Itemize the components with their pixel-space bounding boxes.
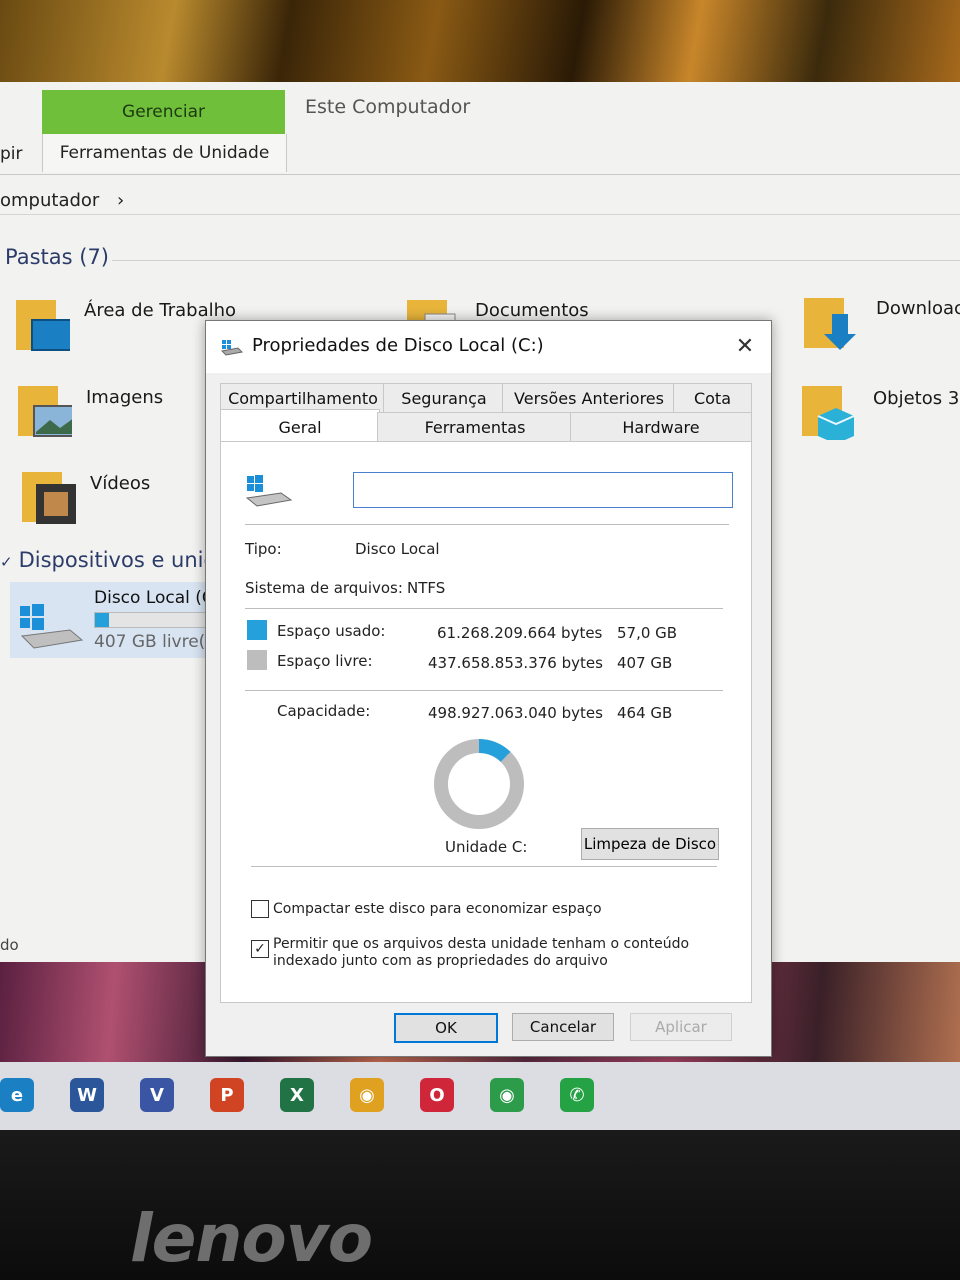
devices-heading[interactable]: ✓ Dispositivos e unida: [0, 548, 230, 572]
tab-drive-tools[interactable]: Ferramentas de Unidade: [42, 134, 287, 172]
folder-label-videos[interactable]: Vídeos: [90, 473, 150, 494]
address-divider: [0, 214, 960, 215]
folder-label-3d-objects[interactable]: Objetos 3D: [873, 388, 960, 409]
ok-button[interactable]: OK: [394, 1013, 498, 1043]
free-space-bytes: 437.658.853.376 bytes: [428, 654, 603, 672]
dialog-title: Propriedades de Disco Local (C:): [252, 335, 544, 356]
divider: [245, 524, 729, 525]
drive-name-input[interactable]: [353, 472, 733, 508]
used-space-swatch: [247, 620, 267, 640]
tab-tools[interactable]: Ferramentas: [377, 412, 573, 442]
tab-security[interactable]: Segurança: [383, 383, 505, 413]
status-bar-partial: do: [0, 936, 19, 954]
windows-drive-icon: [20, 604, 84, 649]
used-space-gb: 57,0 GB: [617, 624, 678, 642]
visio-icon[interactable]: V: [140, 1078, 174, 1112]
tab-previous-versions[interactable]: Versões Anteriores: [502, 383, 676, 413]
divider: [245, 690, 723, 691]
ribbon-partial-label: pir: [0, 144, 23, 164]
compress-label[interactable]: Compactar este disco para economizar esp…: [273, 901, 723, 917]
folders-heading-divider: [112, 260, 960, 261]
downloads-folder-icon[interactable]: [802, 292, 858, 352]
free-space-label: Espaço livre:: [277, 652, 373, 670]
drive-icon: [245, 475, 293, 507]
powerpoint-icon[interactable]: P: [210, 1078, 244, 1112]
capacity-gb: 464 GB: [617, 704, 673, 722]
disk-cleanup-button[interactable]: Limpeza de Disco: [581, 828, 719, 860]
used-space-bytes: 61.268.209.664 bytes: [437, 624, 603, 642]
chrome-icon[interactable]: ◉: [490, 1078, 524, 1112]
pictures-folder-icon[interactable]: [16, 380, 72, 440]
divider: [245, 608, 723, 609]
drive-usage-fill: [95, 613, 110, 627]
capacity-bytes: 498.927.063.040 bytes: [428, 704, 603, 722]
word-icon[interactable]: W: [70, 1078, 104, 1112]
folder-label-desktop[interactable]: Área de Trabalho: [84, 300, 236, 321]
desktop-folder-icon[interactable]: [14, 294, 70, 354]
chromium-icon[interactable]: ◉: [350, 1078, 384, 1112]
apply-button[interactable]: Aplicar: [630, 1013, 732, 1041]
ribbon-divider: [0, 174, 960, 175]
brand-logo: lenovo: [130, 1200, 373, 1277]
donut-free-segment: [434, 739, 524, 829]
index-checkbox[interactable]: ✓: [251, 940, 269, 958]
properties-dialog: Propriedades de Disco Local (C:) ✕ Compa…: [205, 320, 772, 1057]
3d-objects-folder-icon[interactable]: [800, 380, 856, 440]
folder-label-downloads[interactable]: Downloac: [876, 298, 960, 319]
window-title: Este Computador: [305, 96, 471, 118]
wallpaper-top: [0, 0, 960, 90]
devices-heading-label: Dispositivos e unida: [18, 548, 230, 572]
disk-usage-donut-chart: [434, 739, 524, 829]
capacity-label: Capacidade:: [277, 702, 371, 720]
excel-icon[interactable]: X: [280, 1078, 314, 1112]
type-value: Disco Local: [355, 540, 440, 558]
opera-icon[interactable]: O: [420, 1078, 454, 1112]
folders-heading[interactable]: Pastas (7): [5, 245, 109, 269]
used-space-label: Espaço usado:: [277, 622, 386, 640]
folder-label-pictures[interactable]: Imagens: [86, 387, 163, 408]
tab-manage[interactable]: Gerenciar: [42, 90, 285, 134]
videos-folder-icon[interactable]: [20, 466, 76, 526]
breadcrumb-item[interactable]: omputador: [0, 190, 99, 211]
edge-icon[interactable]: e: [0, 1078, 34, 1112]
drive-letter-label: Unidade C:: [445, 838, 528, 856]
compress-checkbox[interactable]: [251, 900, 269, 918]
folder-label-documents[interactable]: Documentos: [475, 300, 589, 321]
breadcrumb[interactable]: omputador ›: [0, 190, 124, 211]
drive-icon: [220, 340, 244, 356]
file-system-label: Sistema de arquivos:: [245, 579, 403, 597]
cancel-button[interactable]: Cancelar: [512, 1013, 614, 1041]
tab-general[interactable]: Geral: [220, 409, 380, 444]
chevron-right-icon[interactable]: ›: [117, 190, 124, 211]
index-label[interactable]: Permitir que os arquivos desta unidade t…: [273, 936, 713, 970]
tab-hardware[interactable]: Hardware: [570, 412, 752, 442]
divider: [251, 866, 717, 867]
close-icon[interactable]: ✕: [729, 331, 761, 363]
drive-usage-bar: [94, 612, 214, 628]
free-space-swatch: [247, 650, 267, 670]
tab-quota[interactable]: Cota: [673, 383, 752, 413]
dialog-titlebar[interactable]: Propriedades de Disco Local (C:) ✕: [206, 321, 771, 373]
free-space-gb: 407 GB: [617, 654, 673, 672]
file-system-value: NTFS: [407, 579, 446, 597]
chevron-down-icon[interactable]: ✓: [0, 553, 13, 571]
whatsapp-icon[interactable]: ✆: [560, 1078, 594, 1112]
general-tab-panel: Tipo: Disco Local Sistema de arquivos: N…: [220, 441, 752, 1003]
type-label: Tipo:: [245, 540, 282, 558]
